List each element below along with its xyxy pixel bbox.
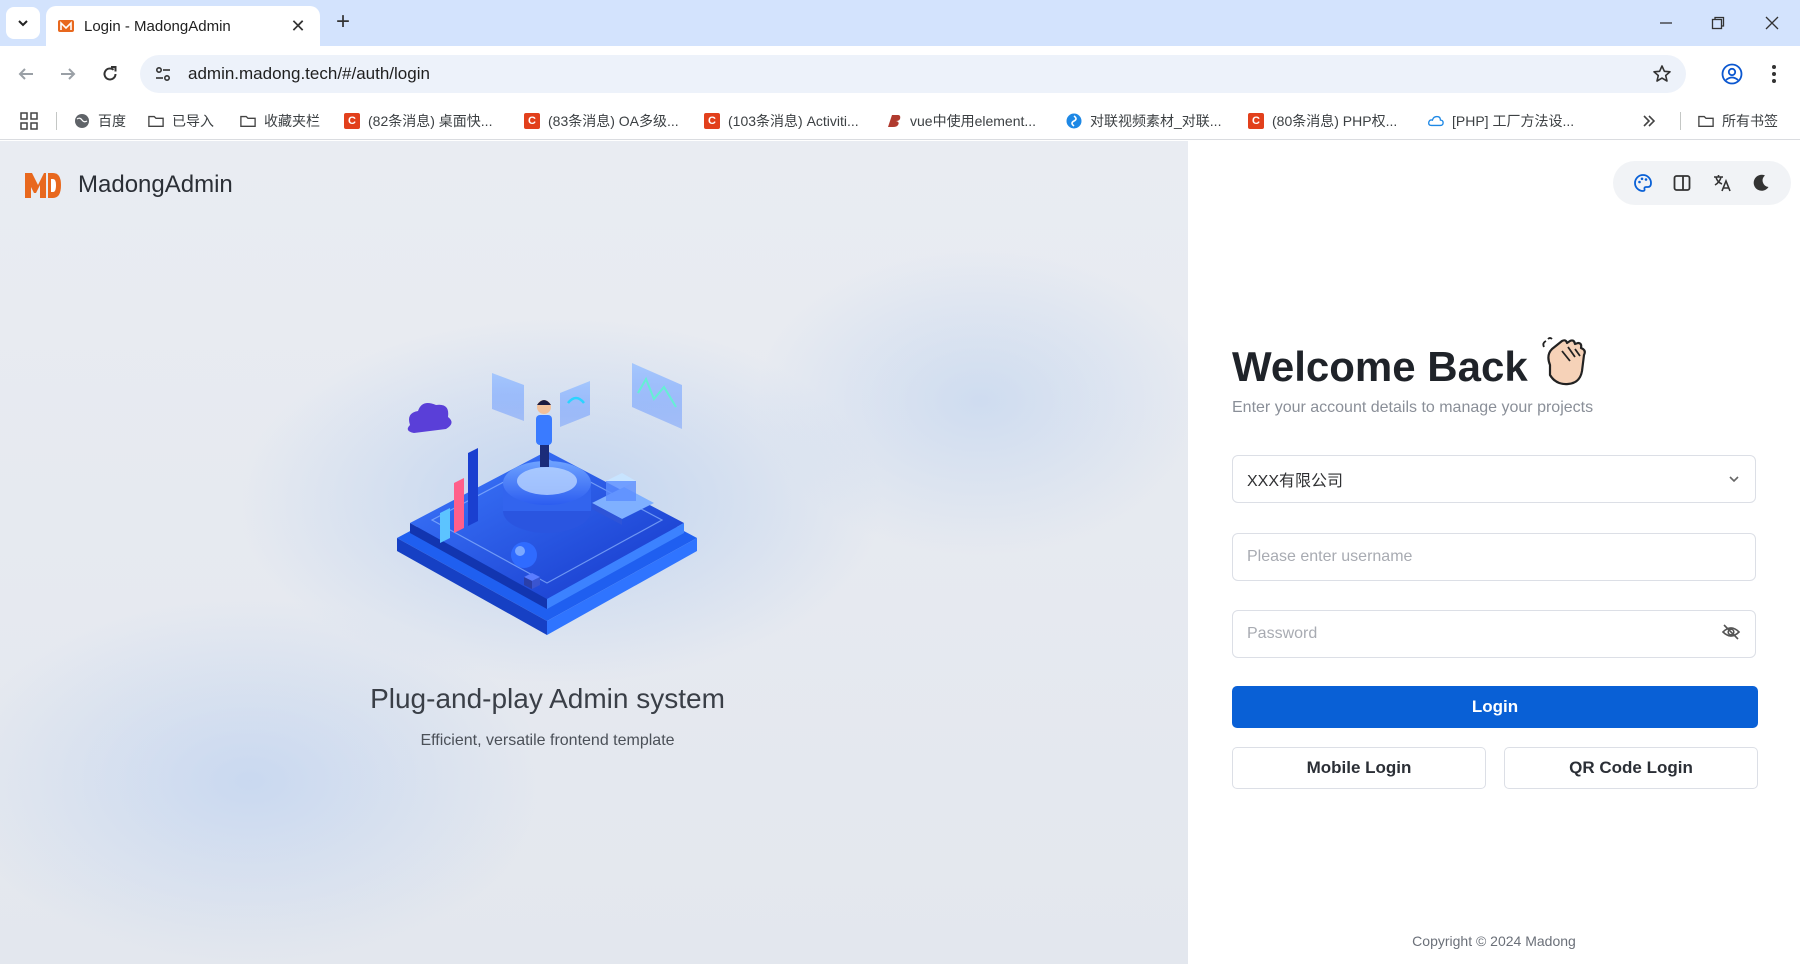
minimize-button[interactable] bbox=[1640, 6, 1692, 40]
eye-off-icon bbox=[1721, 623, 1741, 640]
login-subtitle: Enter your account details to manage you… bbox=[1232, 399, 1594, 416]
folder-icon bbox=[1698, 113, 1714, 129]
csdn-icon: C bbox=[344, 113, 360, 129]
csdn-icon: C bbox=[524, 113, 540, 129]
moon-icon bbox=[1753, 174, 1769, 191]
bookmark-folder[interactable]: 收藏夹栏 bbox=[240, 110, 320, 132]
more-vertical-icon bbox=[1772, 65, 1776, 83]
apps-grid-icon bbox=[20, 112, 38, 130]
arrow-left-icon bbox=[18, 68, 33, 80]
restore-icon bbox=[1711, 16, 1725, 30]
tab-title: Login - MadongAdmin bbox=[84, 17, 231, 35]
reload-icon bbox=[103, 66, 117, 81]
bookmark-star-button[interactable] bbox=[1652, 64, 1672, 89]
toggle-password-visibility[interactable] bbox=[1721, 622, 1741, 647]
apps-button[interactable] bbox=[20, 110, 38, 132]
preferences-toolbar bbox=[1613, 161, 1791, 205]
chevron-down-icon bbox=[1729, 476, 1739, 483]
login-form-panel: Welcome Back Enter your account details … bbox=[1188, 141, 1800, 964]
dark-mode-button[interactable] bbox=[1748, 170, 1774, 196]
password-field[interactable] bbox=[1232, 610, 1756, 658]
browser-tab-strip: Login - MadongAdmin ✕ + bbox=[0, 0, 1800, 46]
chevron-double-right-icon bbox=[1643, 115, 1656, 127]
clapping-hands-icon bbox=[1540, 337, 1588, 397]
all-bookmarks-folder[interactable]: 所有书签 bbox=[1698, 110, 1778, 132]
login-page: MadongAdmin Plug-and-play Admin system E… bbox=[0, 141, 1800, 964]
bookmark-item[interactable]: C (82条消息) 桌面快... bbox=[344, 110, 492, 132]
tab-search-button[interactable] bbox=[6, 7, 40, 39]
bookmark-item[interactable]: C (83条消息) OA多级... bbox=[524, 110, 679, 132]
login-button[interactable]: Login bbox=[1232, 686, 1758, 728]
new-tab-button[interactable]: + bbox=[328, 8, 358, 38]
profile-icon bbox=[1721, 63, 1743, 85]
layout-panel-icon bbox=[1673, 175, 1691, 191]
bookmark-item[interactable]: vue中使用element... bbox=[886, 110, 1036, 132]
back-button[interactable] bbox=[10, 58, 42, 90]
username-input[interactable] bbox=[1247, 548, 1741, 566]
address-bar[interactable]: admin.madong.tech/#/auth/login bbox=[140, 55, 1686, 93]
more-bookmarks-button[interactable] bbox=[1642, 110, 1656, 132]
close-window-button[interactable] bbox=[1746, 6, 1798, 40]
folder-icon bbox=[240, 113, 256, 129]
mobile-login-button[interactable]: Mobile Login bbox=[1232, 747, 1486, 789]
bookmark-item[interactable]: C (103条消息) Activiti... bbox=[704, 110, 859, 132]
hero-subtitle: Efficient, versatile frontend template bbox=[420, 732, 675, 749]
bookmark-item[interactable]: 对联视频素材_对联... bbox=[1066, 110, 1221, 132]
palette-icon bbox=[1633, 174, 1652, 192]
minimize-icon bbox=[1660, 22, 1672, 24]
bookmarks-bar: 百度 已导入 收藏夹栏 C (82条消息) 桌面快... C (83条消息) O… bbox=[0, 102, 1800, 140]
bookmark-item[interactable]: [PHP] 工厂方法设... bbox=[1428, 110, 1574, 132]
bookmarks-divider bbox=[1680, 112, 1681, 130]
tenant-select[interactable]: XXX有限公司 bbox=[1232, 455, 1756, 503]
folder-icon bbox=[148, 113, 164, 129]
username-field[interactable] bbox=[1232, 533, 1756, 581]
hero-title: Plug-and-play Admin system bbox=[370, 683, 725, 714]
reload-button[interactable] bbox=[94, 58, 126, 90]
theme-color-button[interactable] bbox=[1630, 170, 1656, 196]
language-button[interactable] bbox=[1709, 170, 1735, 196]
welcome-heading: Welcome Back bbox=[1232, 337, 1588, 397]
arrow-right-icon bbox=[61, 68, 76, 80]
browser-toolbar: admin.madong.tech/#/auth/login bbox=[0, 46, 1800, 102]
b-icon bbox=[886, 113, 902, 129]
url-text: admin.madong.tech/#/auth/login bbox=[188, 64, 430, 83]
cloud-icon bbox=[1428, 113, 1444, 129]
bookmark-folder[interactable]: 已导入 bbox=[148, 110, 214, 132]
brand-name: MadongAdmin bbox=[78, 171, 233, 198]
bookmarks-divider bbox=[56, 112, 57, 130]
password-input[interactable] bbox=[1247, 625, 1721, 643]
browser-menu-button[interactable] bbox=[1758, 58, 1790, 90]
csdn-icon: C bbox=[1248, 113, 1264, 129]
madong-favicon-icon bbox=[58, 20, 74, 32]
chevron-down-icon bbox=[18, 20, 28, 27]
forward-button[interactable] bbox=[52, 58, 84, 90]
copyright-text: Copyright © 2024 Madong bbox=[1412, 933, 1576, 949]
login-hero-panel: MadongAdmin Plug-and-play Admin system E… bbox=[0, 141, 1188, 964]
csdn-icon: C bbox=[704, 113, 720, 129]
close-icon bbox=[1765, 16, 1779, 30]
qr-code-login-button[interactable]: QR Code Login bbox=[1504, 747, 1758, 789]
swirl-icon bbox=[1066, 113, 1082, 129]
restore-button[interactable] bbox=[1692, 6, 1744, 40]
layout-toggle-button[interactable] bbox=[1669, 170, 1695, 196]
profile-button[interactable] bbox=[1716, 58, 1748, 90]
brand[interactable]: MadongAdmin bbox=[24, 171, 233, 199]
bookmark-item[interactable]: 百度 bbox=[74, 110, 126, 132]
translate-icon bbox=[1713, 175, 1731, 192]
star-icon bbox=[1653, 65, 1671, 82]
browser-tab-active[interactable]: Login - MadongAdmin ✕ bbox=[46, 6, 320, 46]
madong-logo-icon bbox=[25, 173, 61, 198]
close-tab-icon[interactable]: ✕ bbox=[288, 16, 308, 37]
globe-icon bbox=[74, 113, 90, 129]
bookmark-item[interactable]: C (80条消息) PHP权... bbox=[1248, 110, 1397, 132]
isometric-dashboard-illustration bbox=[397, 363, 697, 635]
tenant-select-value: XXX有限公司 bbox=[1247, 473, 1344, 490]
site-info-icon[interactable] bbox=[154, 65, 172, 83]
